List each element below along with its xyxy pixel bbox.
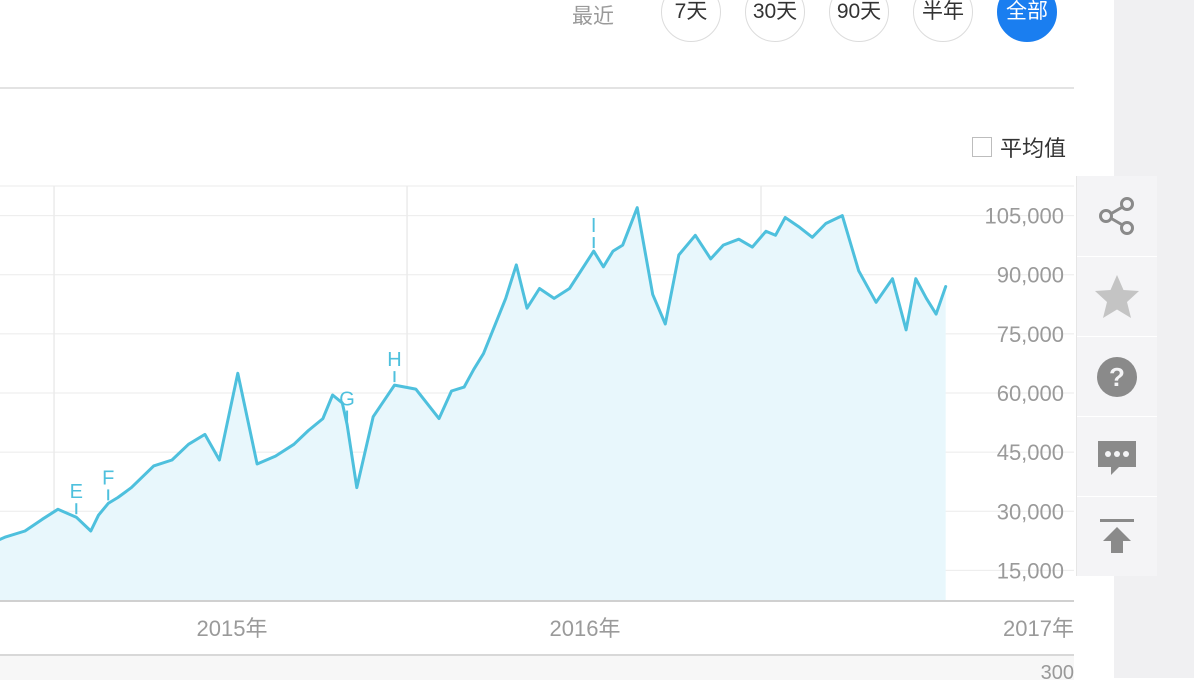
- annotation-label: I: [591, 215, 597, 237]
- comment-icon: [1098, 441, 1136, 475]
- svg-text:?: ?: [1109, 362, 1125, 392]
- share-button[interactable]: [1077, 176, 1157, 256]
- favorite-button[interactable]: [1077, 256, 1157, 337]
- bottom-volume-strip: 300: [0, 654, 1074, 684]
- area-fill: [0, 207, 946, 600]
- x-tick-label: 2015年: [197, 616, 268, 641]
- share-icon: [1099, 197, 1134, 235]
- help-button[interactable]: ?: [1077, 336, 1157, 417]
- y-tick-label: 105,000: [984, 204, 1064, 229]
- x-tick-label: 2016年: [550, 616, 621, 641]
- annotation-label: H: [387, 349, 401, 371]
- annotation-label: F: [102, 467, 114, 489]
- y-tick-label: 75,000: [997, 322, 1064, 347]
- y-tick-label: 30,000: [997, 499, 1064, 524]
- y-tick-label: 45,000: [997, 440, 1064, 465]
- help-icon: ?: [1097, 357, 1137, 397]
- x-tick-label: 2017年: [1003, 616, 1074, 641]
- line-chart: EF G H I 15,000 30,000 45,000 60,000 75,000 90,00…: [0, 185, 1074, 641]
- back-to-top-icon: [1100, 519, 1134, 553]
- y-tick-label: 90,000: [997, 263, 1064, 288]
- back-to-top-button[interactable]: [1077, 496, 1157, 577]
- tool-panel: ?: [1076, 176, 1157, 576]
- y-tick-label: 60,000: [997, 381, 1064, 406]
- volume-axis-value: 300: [1040, 662, 1074, 684]
- y-tick-label: 15,000: [997, 558, 1064, 583]
- annotation-label: E: [70, 481, 83, 503]
- comment-button[interactable]: [1077, 416, 1157, 497]
- star-icon: [1095, 275, 1139, 318]
- annotation-label: G: [339, 389, 355, 411]
